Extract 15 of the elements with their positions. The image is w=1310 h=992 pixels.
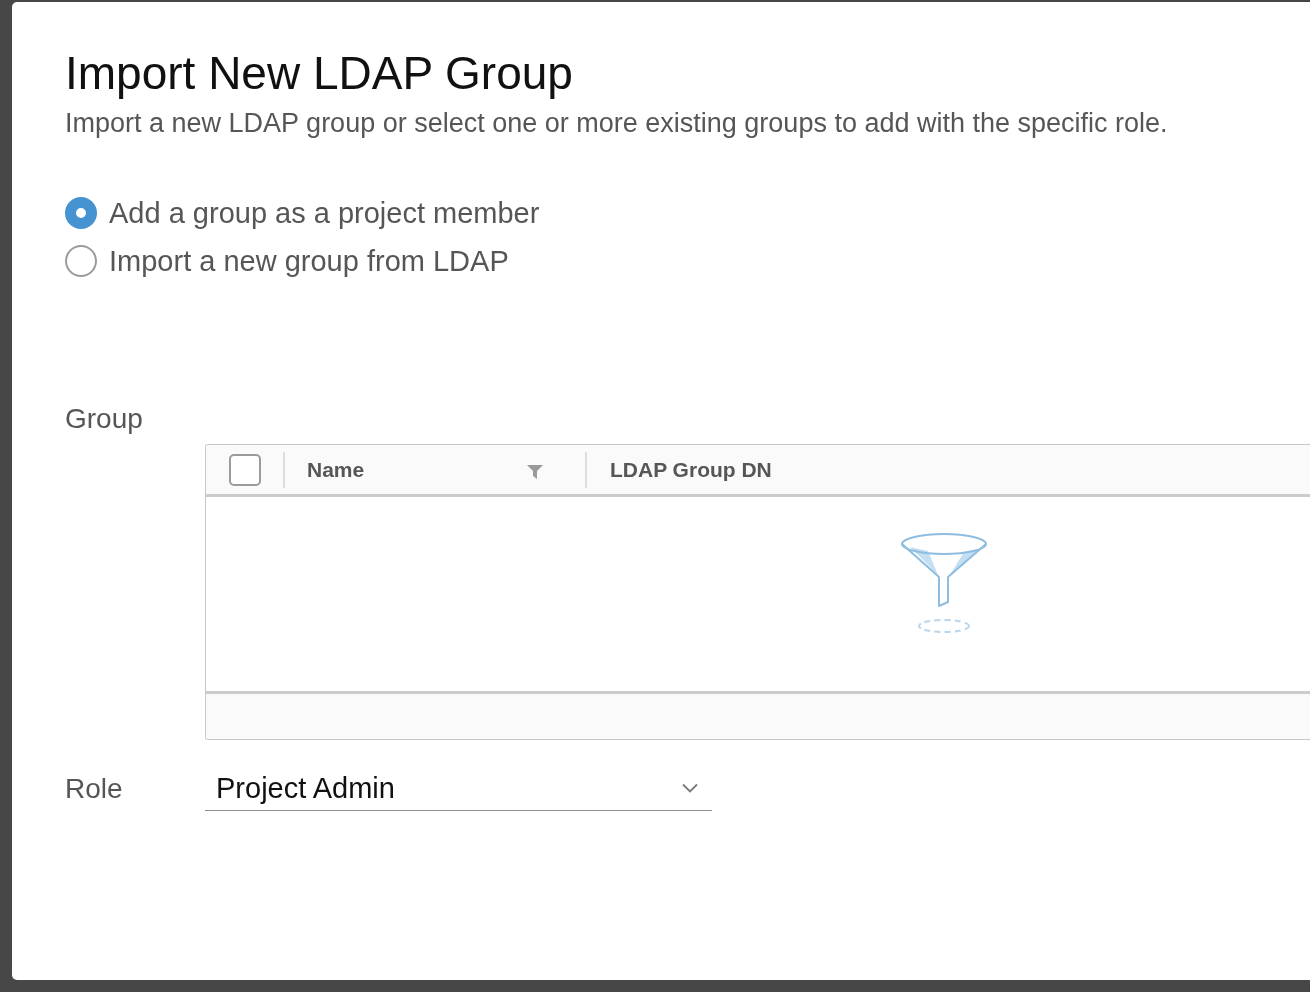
radio-button[interactable]: [65, 245, 97, 277]
checkbox[interactable]: [228, 453, 261, 486]
funnel-icon: [900, 531, 988, 635]
field-label: Group: [65, 403, 143, 435]
radio-button[interactable]: [65, 197, 97, 229]
chevron-down-icon: [682, 783, 698, 793]
dialog-subtitle: Import a new LDAP group or select one or more existing groups to add with the specific role.: [65, 107, 1168, 139]
filter-icon[interactable]: [527, 464, 543, 479]
column-header[interactable]: Name: [307, 457, 365, 482]
column-header[interactable]: LDAP Group DN: [610, 457, 772, 482]
dialog-title: Import New LDAP Group: [65, 47, 573, 99]
radio-label[interactable]: Import a new group from LDAP: [109, 244, 509, 278]
role-select[interactable]: Project Admin: [205, 766, 712, 811]
field-label: Role: [65, 772, 124, 805]
radio-label[interactable]: Add a group as a project member: [109, 196, 540, 230]
